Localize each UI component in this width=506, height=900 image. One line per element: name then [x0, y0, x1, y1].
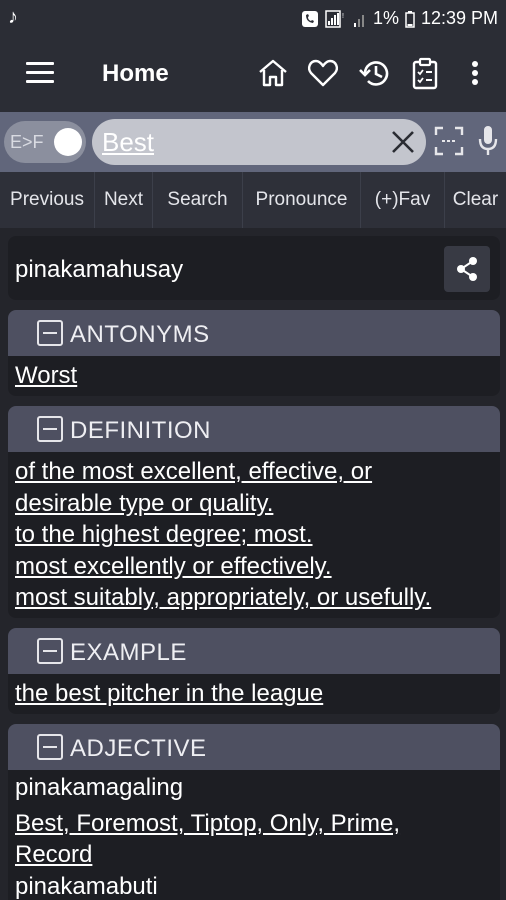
pronounce-button[interactable]: Pronounce: [243, 172, 361, 228]
scan-icon[interactable]: [434, 126, 464, 156]
synonym-links[interactable]: Best, Foremost, Tiptop, Only, Prime,: [15, 808, 493, 840]
battery-icon: [405, 10, 415, 28]
collapse-icon: [37, 734, 63, 760]
language-toggle-label: E>F: [10, 132, 44, 152]
adjective-title: ADJECTIVE: [70, 735, 207, 762]
definition-title: DEFINITION: [70, 417, 211, 444]
status-bar: ♪ ! 1% 12:39 PM: [0, 0, 506, 36]
antonym-link[interactable]: Worst: [15, 362, 77, 389]
signal-icon: !: [325, 9, 344, 28]
more-vert-icon[interactable]: [460, 56, 490, 90]
collapse-icon: [37, 638, 63, 664]
synonym-links[interactable]: Record: [15, 839, 493, 871]
history-icon[interactable]: [358, 56, 392, 90]
translation-word: pinakamagaling: [15, 774, 184, 801]
signal-bars-icon: [353, 14, 364, 27]
definition-line[interactable]: desirable type or quality.: [15, 488, 493, 520]
search-bar: E>F: [0, 112, 506, 172]
add-favorite-button[interactable]: (+)Fav: [361, 172, 445, 228]
search-box: [92, 119, 426, 165]
action-bar: Previous Next Search Pronounce (+)Fav Cl…: [0, 172, 506, 228]
share-button[interactable]: [444, 246, 490, 292]
call-icon: [301, 10, 318, 27]
antonyms-section: ANTONYMS Worst: [8, 310, 500, 396]
clock: 12:39 PM: [420, 8, 498, 28]
adjective-section: ADJECTIVE pinakamagaling Best, Foremost,…: [8, 724, 500, 900]
collapse-icon: [37, 320, 63, 346]
definition-line[interactable]: most excellently or effectively.: [15, 551, 493, 583]
search-input[interactable]: [102, 125, 372, 159]
previous-button[interactable]: Previous: [0, 172, 95, 228]
language-toggle[interactable]: E>F: [4, 121, 86, 163]
example-header[interactable]: EXAMPLE: [8, 628, 500, 674]
translation-word: pinakamabuti: [15, 872, 158, 900]
example-text[interactable]: the best pitcher in the league: [15, 680, 323, 707]
home-icon[interactable]: [256, 56, 290, 90]
antonyms-header[interactable]: ANTONYMS: [8, 310, 500, 356]
close-icon[interactable]: [390, 129, 416, 155]
definition-line[interactable]: most suitably, appropriately, or usefull…: [15, 582, 493, 614]
status-indicators: ! 1% 12:39 PM: [301, 8, 498, 29]
clipboard-icon[interactable]: [408, 56, 442, 90]
definition-section: DEFINITION of the most excellent, effect…: [8, 406, 500, 618]
result-word-card: pinakamahusay: [8, 236, 500, 300]
mic-icon[interactable]: [476, 124, 500, 158]
page-title: Home: [102, 60, 169, 87]
result-content[interactable]: pinakamahusay ANTONYMS Worst DEFINITION …: [0, 228, 506, 900]
result-word: pinakamahusay: [15, 256, 184, 283]
clear-button[interactable]: Clear: [445, 172, 506, 228]
example-title: EXAMPLE: [70, 639, 187, 666]
antonyms-title: ANTONYMS: [70, 321, 210, 348]
search-button[interactable]: Search: [153, 172, 243, 228]
svg-text:!: !: [342, 13, 344, 20]
next-button[interactable]: Next: [95, 172, 153, 228]
menu-icon[interactable]: [26, 62, 54, 86]
example-section: EXAMPLE the best pitcher in the league: [8, 628, 500, 714]
definition-line[interactable]: to the highest degree; most.: [15, 519, 493, 551]
music-note-icon: ♪: [8, 6, 18, 28]
definition-header[interactable]: DEFINITION: [8, 406, 500, 452]
battery-percent: 1%: [372, 8, 399, 28]
definition-line[interactable]: of the most excellent, effective, or: [15, 456, 493, 488]
toggle-knob: [54, 128, 82, 156]
app-bar: Home: [0, 36, 506, 112]
heart-icon[interactable]: [306, 56, 340, 90]
collapse-icon: [37, 416, 63, 442]
adjective-header[interactable]: ADJECTIVE: [8, 724, 500, 770]
share-icon: [457, 257, 477, 281]
